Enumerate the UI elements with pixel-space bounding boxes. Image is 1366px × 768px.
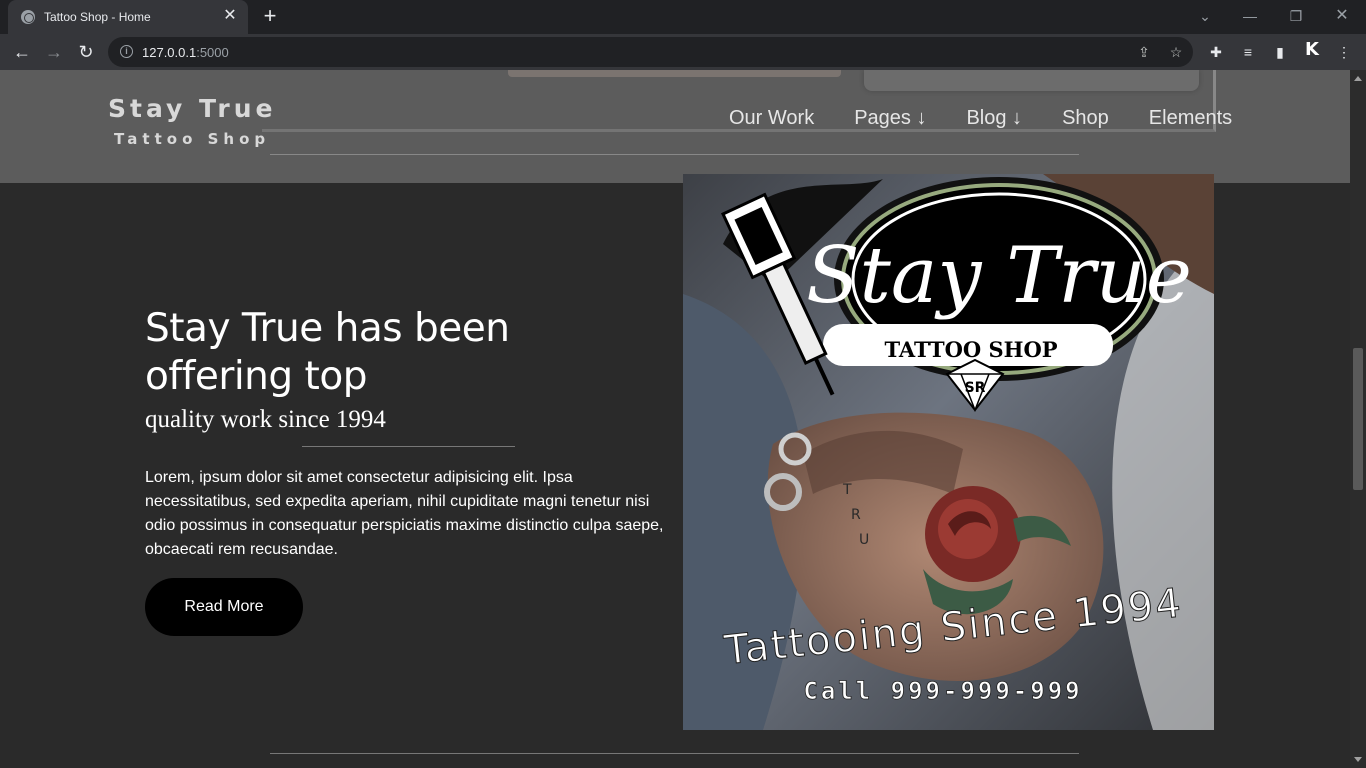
site-info-icon[interactable]: i: [120, 45, 133, 58]
read-more-button[interactable]: Read More: [145, 578, 303, 636]
side-panel-icon[interactable]: ▮: [1270, 42, 1290, 62]
gallery-image: [508, 70, 841, 77]
tab-search-icon[interactable]: ⌄: [1185, 4, 1225, 28]
reload-icon[interactable]: ↻: [74, 40, 98, 64]
back-icon[interactable]: ←: [10, 40, 34, 64]
main-nav: Our Work Pages ↓ Blog ↓ Shop Elements: [729, 107, 1232, 130]
nav-our-work[interactable]: Our Work: [729, 107, 814, 130]
restore-button[interactable]: ❐: [1276, 4, 1316, 28]
hero-title: Stay True has been offering top: [145, 306, 510, 399]
promo-image: T R U Stay True TATTOO SHOP SR Tattooing…: [683, 174, 1214, 730]
site-header: Stay True Tattoo Shop Our Work Pages ↓ B…: [0, 70, 1350, 183]
address-bar[interactable]: i 127.0.0.1:5000 ⇪ ☆: [108, 37, 1193, 67]
nav-pages[interactable]: Pages ↓: [854, 107, 926, 130]
scroll-up-arrow-icon[interactable]: [1354, 76, 1362, 81]
hero-divider: [302, 446, 515, 447]
profile-avatar[interactable]: K: [1302, 40, 1322, 60]
svg-text:U: U: [859, 532, 869, 548]
tab-title: Tattoo Shop - Home: [44, 10, 151, 24]
close-window-button[interactable]: ✕: [1322, 4, 1362, 28]
hero-description: Lorem, ipsum dolor sit amet consectetur …: [145, 469, 664, 558]
promo-artwork: T R U Stay True TATTOO SHOP SR Tattooing…: [683, 174, 1214, 730]
new-tab-button[interactable]: +: [258, 5, 282, 29]
nav-shop[interactable]: Shop: [1062, 107, 1109, 130]
media-queue-icon[interactable]: ≡: [1238, 42, 1258, 62]
minimize-button[interactable]: —: [1230, 4, 1270, 28]
page-scrollbar[interactable]: [1350, 70, 1366, 768]
share-icon[interactable]: ⇪: [1134, 42, 1154, 62]
globe-icon: [21, 10, 35, 24]
logo-script-text: Stay True: [806, 231, 1192, 321]
url-text: 127.0.0.1:5000: [142, 45, 229, 60]
page-viewport: Stay True Tattoo Shop Our Work Pages ↓ B…: [0, 70, 1350, 768]
logo-subtitle[interactable]: Tattoo Shop: [114, 130, 270, 148]
nav-elements[interactable]: Elements: [1149, 107, 1232, 130]
header-divider: [270, 154, 1079, 155]
hero-subtitle: quality work since 1994: [145, 406, 386, 433]
logo-monogram: SR: [965, 380, 986, 396]
menu-kebab-icon[interactable]: ⋮: [1334, 42, 1354, 62]
close-tab-icon[interactable]: ✕: [220, 6, 240, 26]
scroll-down-arrow-icon[interactable]: [1354, 757, 1362, 762]
logo-title[interactable]: Stay True: [108, 94, 276, 123]
svg-text:T: T: [842, 482, 852, 498]
gallery-image: [864, 70, 1199, 91]
scroll-thumb[interactable]: [1353, 348, 1363, 490]
forward-icon[interactable]: →: [42, 40, 66, 64]
promo-phone: Call 999-999-999: [803, 677, 1082, 705]
nav-blog[interactable]: Blog ↓: [966, 107, 1022, 130]
section-divider: [270, 753, 1079, 754]
logo-banner-text: TATTOO SHOP: [884, 337, 1057, 362]
bookmark-star-icon[interactable]: ☆: [1166, 42, 1186, 62]
extensions-icon[interactable]: ✚: [1206, 42, 1226, 62]
browser-tab[interactable]: Tattoo Shop - Home ✕: [8, 0, 248, 34]
browser-toolbar: ← → ↻ i 127.0.0.1:5000 ⇪ ☆ ✚ ≡ ▮ K ⋮: [0, 34, 1366, 70]
svg-text:R: R: [851, 507, 861, 523]
tab-strip: Tattoo Shop - Home ✕ + ⌄ — ❐ ✕: [0, 0, 1366, 34]
